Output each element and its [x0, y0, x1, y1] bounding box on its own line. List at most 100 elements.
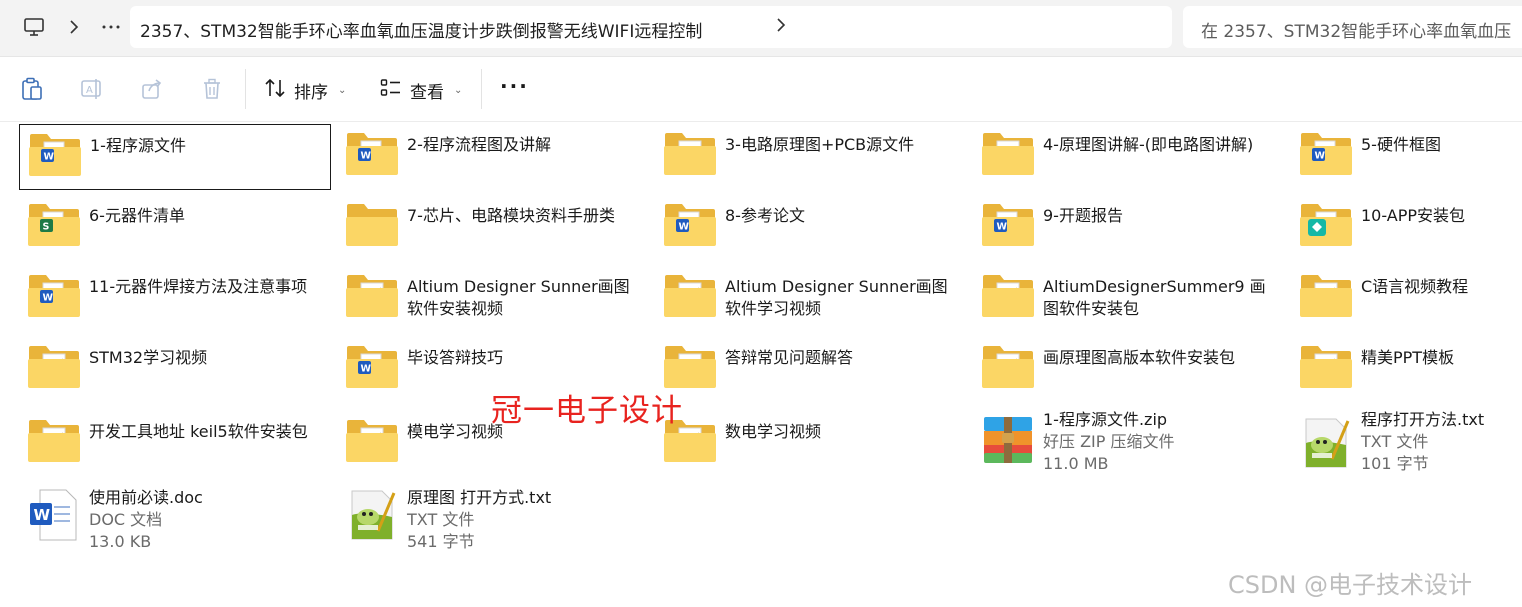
folder-icon: WW: [344, 131, 400, 177]
folder-icon: WW: [344, 344, 400, 390]
folder-item[interactable]: 开发工具地址 keil5软件安装包: [19, 411, 331, 477]
breadcrumb[interactable]: 2357、STM32智能手环心率血氧血压温度计步跌倒报警无线WIFI远程控制: [130, 6, 1172, 48]
search-box[interactable]: 在 2357、STM32智能手环心率血氧血压: [1183, 6, 1522, 48]
folder-icon: [26, 418, 82, 464]
folder-item[interactable]: 精美PPT模板: [1291, 337, 1522, 403]
folder-item[interactable]: SS 6-元器件清单: [19, 195, 331, 261]
svg-text:W: W: [361, 151, 372, 162]
delete-icon[interactable]: [199, 76, 225, 102]
chevron-down-icon: ⌄: [338, 84, 347, 96]
item-name: 模电学习视频: [407, 422, 504, 441]
file-item[interactable]: 原理图 打开方式.txt TXT 文件 541 字节: [337, 483, 649, 551]
item-text: Altium Designer Sunner画图软件安装视频: [407, 276, 643, 320]
item-name: 开发工具地址 keil5软件安装包: [89, 422, 308, 441]
sort-button[interactable]: 排序 ⌄: [264, 76, 346, 104]
item-text: 1-程序源文件: [90, 135, 326, 157]
folder-item[interactable]: Altium Designer Sunner画图软件安装视频: [337, 266, 649, 332]
item-name: 毕设答辩技巧: [407, 348, 504, 367]
folder-item[interactable]: WW 8-参考论文: [655, 195, 967, 261]
svg-text:W: W: [679, 222, 690, 233]
folder-item[interactable]: 10-APP安装包: [1291, 195, 1522, 261]
item-name: 8-参考论文: [725, 206, 805, 225]
folder-icon: [980, 273, 1036, 319]
breadcrumb-chevron-icon[interactable]: [776, 17, 786, 36]
folder-icon: [1298, 273, 1354, 319]
svg-text:W: W: [1315, 151, 1326, 162]
file-item[interactable]: 1-程序源文件.zip 好压 ZIP 压缩文件 11.0 MB: [973, 409, 1285, 477]
computer-icon[interactable]: [20, 13, 48, 41]
folder-item[interactable]: WW 11-元器件焊接方法及注意事项: [19, 266, 331, 332]
file-item[interactable]: W 使用前必读.doc DOC 文档 13.0 KB: [19, 483, 331, 551]
breadcrumb-current-folder[interactable]: 2357、STM32智能手环心率血氧血压温度计步跌倒报警无线WIFI远程控制: [140, 17, 702, 42]
item-type: TXT 文件: [1361, 432, 1429, 451]
more-options-icon[interactable]: ···: [500, 74, 529, 98]
svg-text:W: W: [44, 152, 55, 163]
item-text: STM32学习视频: [89, 347, 325, 369]
folder-item[interactable]: 7-芯片、电路模块资料手册类: [337, 195, 649, 261]
item-name: 答辩常见问题解答: [725, 348, 854, 367]
folder-icon: [662, 273, 718, 319]
item-size: 541 字节: [407, 532, 475, 551]
folder-item[interactable]: C语言视频教程: [1291, 266, 1522, 332]
word-document-icon: W: [26, 487, 82, 541]
item-name: 6-元器件清单: [89, 206, 185, 225]
svg-text:W: W: [34, 506, 51, 524]
item-text: 画原理图高版本软件安装包: [1043, 347, 1279, 369]
file-item[interactable]: 程序打开方法.txt TXT 文件 101 字节: [1291, 409, 1522, 477]
svg-text:W: W: [43, 293, 54, 304]
item-name: 1-程序源文件.zip: [1043, 410, 1168, 429]
folder-item[interactable]: WW 2-程序流程图及讲解: [337, 124, 649, 190]
item-text: AltiumDesignerSummer9 画图软件安装包: [1043, 276, 1279, 320]
folder-item[interactable]: 答辩常见问题解答: [655, 337, 967, 403]
item-name: 程序打开方法.txt: [1361, 410, 1485, 429]
item-name: 10-APP安装包: [1361, 206, 1466, 225]
folder-item[interactable]: 4-原理图讲解-(即电路图讲解): [973, 124, 1285, 190]
item-text: C语言视频教程: [1361, 276, 1522, 298]
more-path-icon[interactable]: [97, 13, 125, 41]
item-name: 2-程序流程图及讲解: [407, 135, 551, 154]
svg-text:W: W: [361, 364, 372, 375]
folder-icon: [344, 202, 400, 248]
svg-text:A: A: [86, 85, 93, 96]
chevron-right-icon[interactable]: [60, 13, 88, 41]
folder-icon: WW: [27, 132, 83, 178]
zip-archive-icon: [980, 415, 1036, 463]
item-text: 数电学习视频: [725, 421, 961, 443]
item-size: 11.0 MB: [1043, 454, 1109, 473]
rename-icon[interactable]: A: [79, 76, 105, 102]
folder-item[interactable]: WW 9-开题报告: [973, 195, 1285, 261]
folder-icon: [980, 131, 1036, 177]
folder-item[interactable]: 3-电路原理图+PCB源文件: [655, 124, 967, 190]
folder-icon: [1298, 344, 1354, 390]
folder-icon: [344, 418, 400, 464]
folder-item[interactable]: 画原理图高版本软件安装包: [973, 337, 1285, 403]
view-label: 查看: [410, 82, 444, 103]
item-text: 精美PPT模板: [1361, 347, 1522, 369]
item-name: 7-芯片、电路模块资料手册类: [407, 206, 615, 225]
folder-item[interactable]: WW 1-程序源文件: [19, 124, 331, 190]
item-size: 13.0 KB: [89, 532, 152, 551]
item-text: 1-程序源文件.zip 好压 ZIP 压缩文件 11.0 MB: [1043, 409, 1279, 475]
item-text: 11-元器件焊接方法及注意事项: [89, 276, 325, 298]
folder-item[interactable]: STM32学习视频: [19, 337, 331, 403]
folder-item[interactable]: 数电学习视频: [655, 411, 967, 477]
item-text: 答辩常见问题解答: [725, 347, 961, 369]
item-text: 6-元器件清单: [89, 205, 325, 227]
folder-item[interactable]: WW 5-硬件框图: [1291, 124, 1522, 190]
folder-icon: WW: [662, 202, 718, 248]
item-type: DOC 文档: [89, 510, 163, 529]
share-icon[interactable]: [139, 76, 165, 102]
item-text: 4-原理图讲解-(即电路图讲解): [1043, 134, 1279, 156]
view-button[interactable]: 查看 ⌄: [380, 76, 462, 104]
item-name: 精美PPT模板: [1361, 348, 1455, 367]
folder-item[interactable]: AltiumDesignerSummer9 画图软件安装包: [973, 266, 1285, 332]
chevron-down-icon: ⌄: [454, 84, 463, 96]
item-name: 画原理图高版本软件安装包: [1043, 348, 1236, 367]
paste-icon[interactable]: [19, 76, 45, 102]
folder-item[interactable]: Altium Designer Sunner画图软件学习视频: [655, 266, 967, 332]
search-placeholder: 在 2357、STM32智能手环心率血氧血压: [1201, 22, 1512, 42]
folder-icon: WW: [26, 273, 82, 319]
folder-icon: [344, 273, 400, 319]
item-text: 程序打开方法.txt TXT 文件 101 字节: [1361, 409, 1522, 475]
item-name: 3-电路原理图+PCB源文件: [725, 135, 915, 154]
